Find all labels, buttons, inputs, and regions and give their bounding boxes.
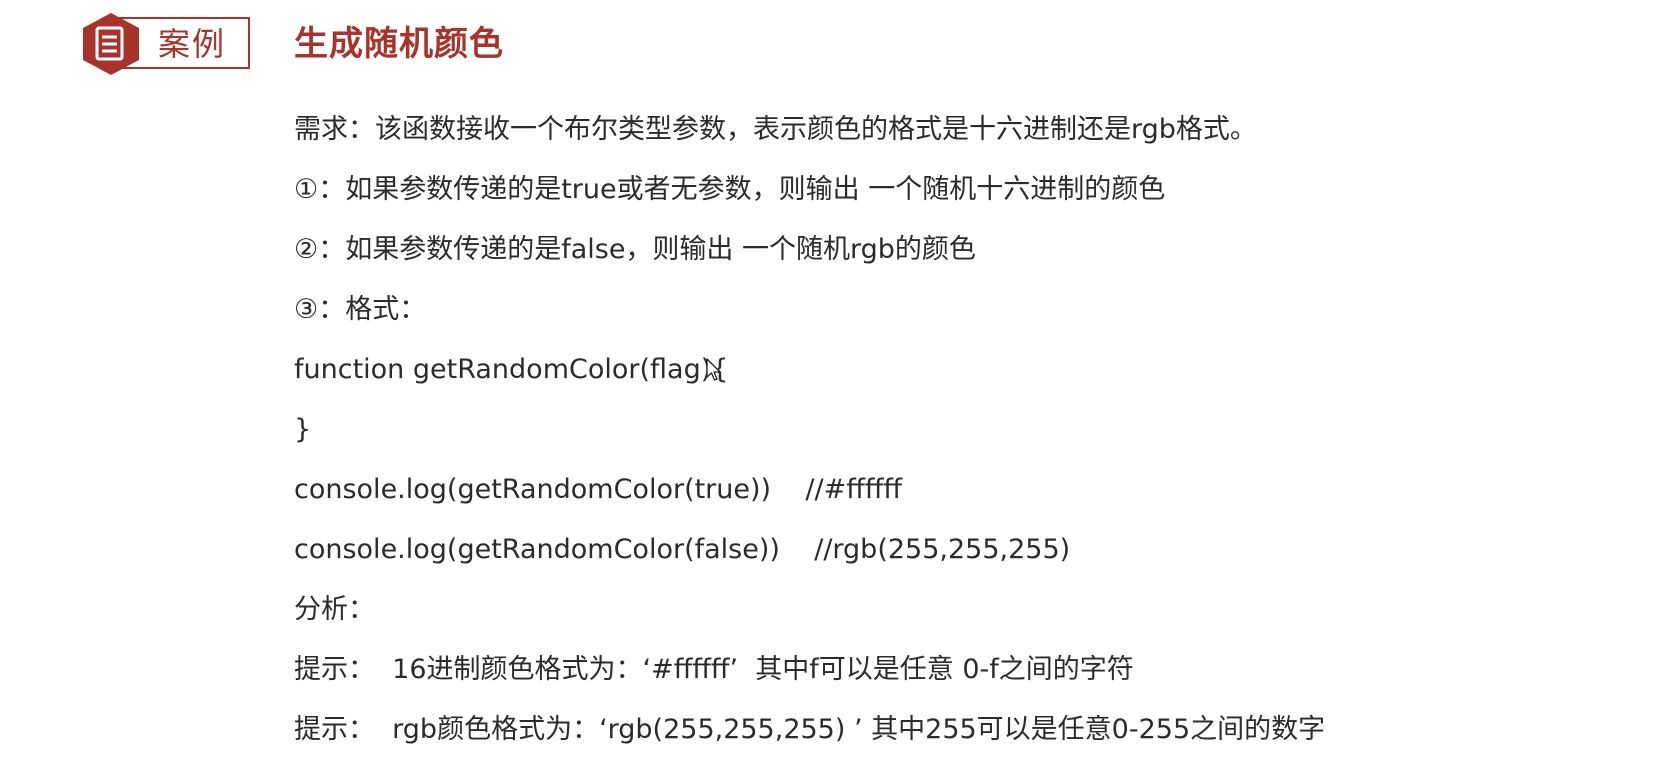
analysis-line: 分析： xyxy=(294,594,375,625)
rule-2-line: ②：如果参数传递的是false，则输出 一个随机rgb的颜色 xyxy=(294,234,976,265)
code-console-false-line: console.log(getRandomColor(false)) //rgb… xyxy=(294,534,1071,565)
case-badge-label: 案例 xyxy=(158,25,227,63)
mouse-cursor-icon xyxy=(706,358,721,381)
code-function-line: function getRandomColor(flag){ xyxy=(294,354,729,385)
hint-hex-line: 提示： 16进制颜色格式为：‘#ffffff’ 其中f可以是任意 0-f之间的字… xyxy=(294,654,1134,685)
hint-rgb-line: 提示： rgb颜色格式为：‘rgb(255,255,255) ’ 其中255可以… xyxy=(294,714,1326,745)
content-body: 需求：该函数接收一个布尔类型参数，表示颜色的格式是十六进制还是rgb格式。 ①：… xyxy=(294,100,1634,760)
rule-3-line: ③：格式： xyxy=(294,294,427,325)
rule-1-line: ①：如果参数传递的是true或者无参数，则输出 一个随机十六进制的颜色 xyxy=(294,174,1166,205)
code-close-brace-line: } xyxy=(294,414,312,445)
document-icon xyxy=(83,13,139,75)
code-console-true-line: console.log(getRandomColor(true)) //#fff… xyxy=(294,474,903,505)
requirement-line: 需求：该函数接收一个布尔类型参数，表示颜色的格式是十六进制还是rgb格式。 xyxy=(294,114,1257,145)
page-title: 生成随机颜色 xyxy=(294,24,504,64)
case-badge: 案例 xyxy=(78,11,258,77)
